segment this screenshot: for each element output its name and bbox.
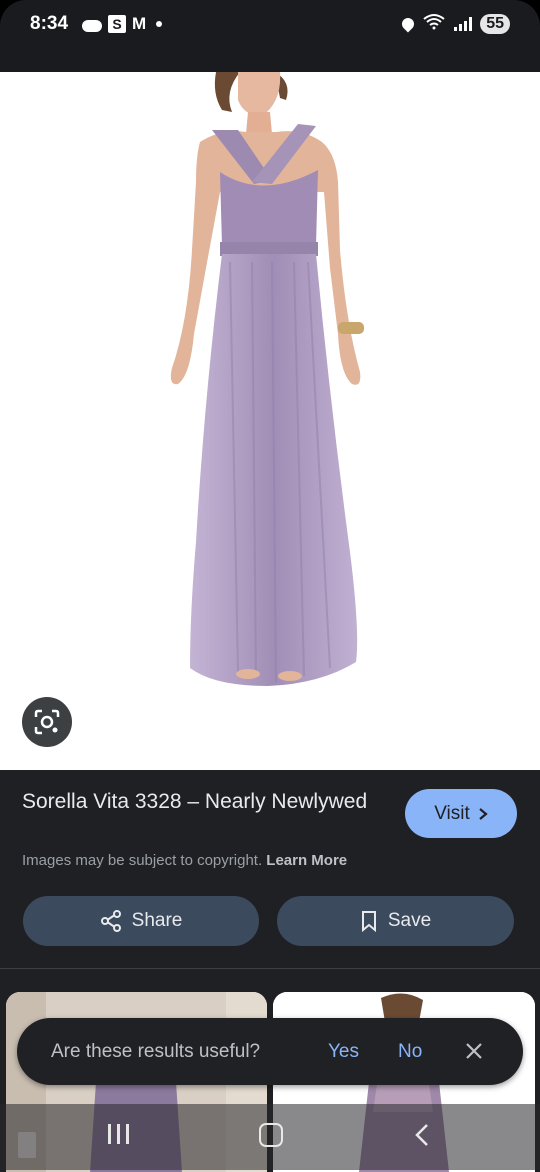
back-button[interactable] [414,1122,430,1153]
save-button[interactable]: Save [277,896,514,946]
wifi-icon [422,13,446,35]
visit-label: Visit [434,802,470,824]
learn-more-link[interactable]: Learn More [266,852,347,869]
dress-photo [170,72,364,686]
system-icons: 55 [399,13,510,35]
status-bar-frame [0,0,540,72]
section-divider [0,968,540,969]
battery-indicator: 55 [480,14,510,34]
result-info-panel: Sorella Vita 3328 – Nearly Newlywed Visi… [0,770,540,970]
gmail-icon: M [132,14,147,33]
lens-search-button[interactable] [22,697,72,747]
toast-close-button[interactable] [463,1038,485,1064]
result-title[interactable]: Sorella Vita 3328 – Nearly Newlywed [22,788,382,816]
visit-button[interactable]: Visit [405,789,517,838]
feedback-question: Are these results useful? [51,1041,261,1062]
status-bar: 8:34 S M 55 [0,0,540,72]
location-icon [399,15,417,33]
signal-icon [454,17,473,31]
share-button[interactable]: Share [23,896,259,946]
chevron-right-icon [479,807,488,820]
status-time: 8:34 [30,13,69,34]
feedback-no-button[interactable]: No [398,1041,422,1063]
system-nav-bar [0,1104,540,1170]
back-chevron-icon [415,1124,428,1146]
feedback-yes-button[interactable]: Yes [328,1041,359,1063]
cloud-icon [82,19,102,32]
save-label: Save [387,910,432,931]
share-label: Share [131,910,183,931]
share-icon [100,910,121,932]
copyright-notice: Images may be subject to copyright. Lear… [22,852,347,869]
home-button[interactable] [259,1123,283,1147]
result-image[interactable] [0,72,540,770]
copyright-text: Images may be subject to copyright. [22,852,263,869]
more-notifications-dot [156,21,163,27]
lens-icon [34,709,60,735]
s-app-icon: S [108,15,126,33]
recent-apps-button[interactable] [108,1124,129,1144]
close-icon [466,1043,482,1059]
feedback-toast: Are these results useful? Yes No [17,1018,523,1085]
bookmark-icon [361,911,376,932]
notification-icons: S M [82,14,163,33]
